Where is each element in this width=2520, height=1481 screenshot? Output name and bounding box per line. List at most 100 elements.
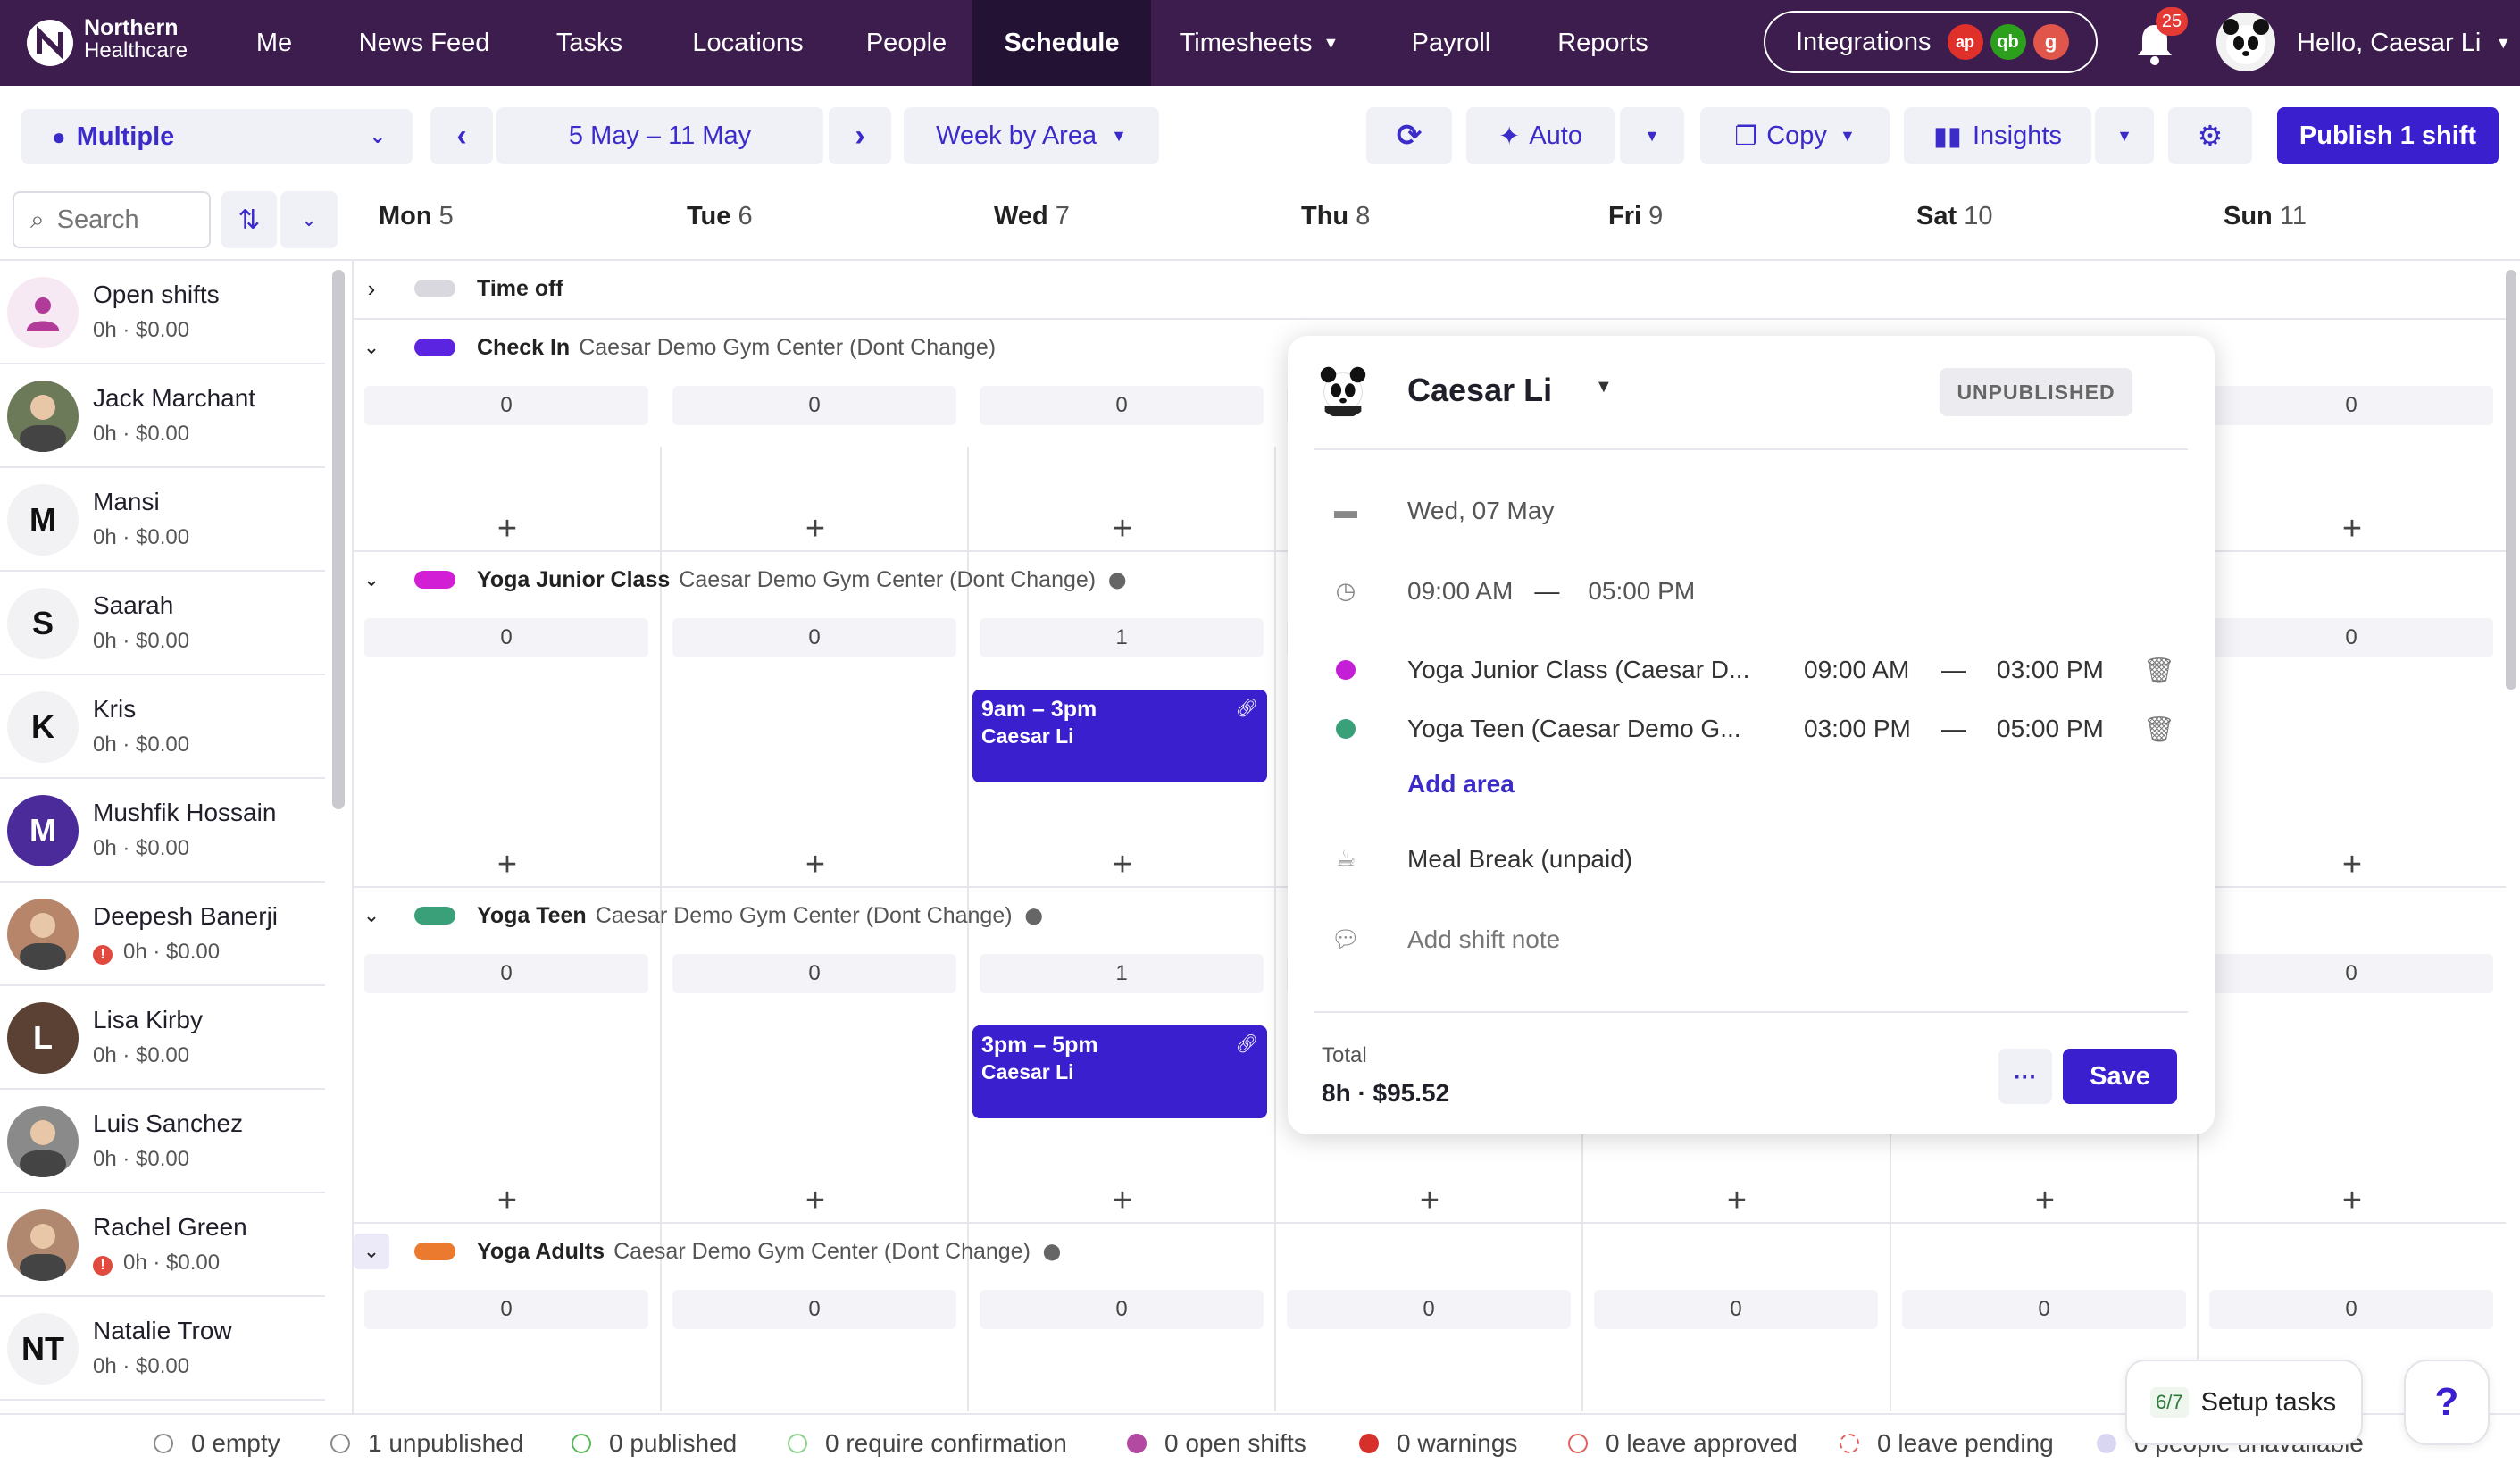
shift-note-input[interactable]: Add shift note xyxy=(1407,925,1560,954)
sort-dropdown-button[interactable]: ⌄ xyxy=(280,191,338,248)
add-shift-button[interactable]: + xyxy=(2334,846,2370,883)
day-header-thu[interactable]: Thu 8 xyxy=(1301,202,1370,231)
nav-schedule[interactable]: Schedule xyxy=(972,0,1151,86)
add-shift-button[interactable]: + xyxy=(1105,846,1140,883)
nav-news-feed[interactable]: News Feed xyxy=(344,0,505,86)
setup-tasks-button[interactable]: 6/7 Setup tasks xyxy=(2125,1360,2363,1445)
sort-button[interactable]: ⇅ xyxy=(221,191,277,248)
add-shift-button[interactable]: + xyxy=(489,510,525,548)
trash-icon[interactable]: 🗑︎ xyxy=(2143,715,2175,744)
area-section-check-in[interactable]: ⌄ Check In Caesar Demo Gym Center (Dont … xyxy=(354,320,996,375)
employee-avatar[interactable] xyxy=(1314,361,1372,418)
nav-locations[interactable]: Locations xyxy=(670,0,826,86)
shift-block[interactable]: 9am – 3pm Caesar Li 🔗︎ xyxy=(972,690,1267,782)
add-shift-button[interactable]: + xyxy=(797,1182,833,1219)
integrations-button[interactable]: Integrations ap qb g xyxy=(1764,11,2098,73)
day-header-tue[interactable]: Tue 6 xyxy=(687,202,753,231)
sidebar-scrollbar[interactable] xyxy=(332,270,345,809)
save-button[interactable]: Save xyxy=(2063,1049,2177,1104)
staff-row[interactable]: Luis Sanchez 0h · $0.00 xyxy=(0,1090,325,1193)
date-range-picker[interactable]: 5 May – 11 May xyxy=(496,107,823,164)
search-input[interactable] xyxy=(56,205,191,235)
help-button[interactable]: ? xyxy=(2404,1360,2490,1445)
nav-people[interactable]: People xyxy=(848,0,964,86)
prev-week-button[interactable]: ‹ xyxy=(430,107,493,164)
add-shift-button[interactable]: + xyxy=(1719,1182,1755,1219)
nav-me[interactable]: Me xyxy=(234,0,314,86)
staff-row[interactable]: Deepesh Banerji ! 0h · $0.00 xyxy=(0,883,325,986)
shift-start-input[interactable]: 09:00 AM xyxy=(1407,577,1513,606)
area-end-input[interactable]: 03:00 PM xyxy=(1997,656,2104,684)
chevron-down-icon[interactable]: ▼ xyxy=(1595,377,1613,397)
area-start-input[interactable]: 03:00 PM xyxy=(1804,715,1911,743)
nav-tasks[interactable]: Tasks xyxy=(536,0,643,86)
add-shift-button[interactable]: + xyxy=(797,846,833,883)
staff-row[interactable]: Rachel Green ! 0h · $0.00 xyxy=(0,1193,325,1297)
grid-scrollbar[interactable] xyxy=(2506,270,2516,690)
nav-timesheets[interactable]: Timesheets ▼ xyxy=(1170,0,1348,86)
location-select[interactable]: ● Multiple ⌄ xyxy=(21,109,413,164)
area-row[interactable]: Yoga Junior Class (Caesar D... 09:00 AM … xyxy=(1288,652,2215,688)
add-shift-button[interactable]: + xyxy=(2334,510,2370,548)
trash-icon[interactable]: 🗑︎ xyxy=(2143,656,2175,685)
add-shift-button[interactable]: + xyxy=(1412,1182,1448,1219)
location-pin-icon: ⬤ xyxy=(1024,906,1043,925)
search-box[interactable]: ⌕ xyxy=(13,191,211,248)
area-section-time-off[interactable]: › Time off xyxy=(354,261,563,316)
settings-button[interactable]: ⚙ xyxy=(2168,107,2252,164)
staff-hours-cost: ! 0h · $0.00 xyxy=(93,1251,220,1276)
area-section-yoga-teen[interactable]: ⌄ Yoga Teen Caesar Demo Gym Center (Dont… xyxy=(354,888,1043,943)
staff-name: Lisa Kirby xyxy=(93,1006,203,1033)
shift-block[interactable]: 3pm – 5pm Caesar Li 🔗︎ xyxy=(972,1025,1267,1118)
area-section-yoga-adults[interactable]: ⌄ Yoga Adults Caesar Demo Gym Center (Do… xyxy=(354,1224,1061,1279)
staff-row[interactable]: M Mansi 0h · $0.00 xyxy=(0,468,325,572)
day-header-fri[interactable]: Fri 9 xyxy=(1608,202,1663,231)
staff-row[interactable]: NT Natalie Trow 0h · $0.00 xyxy=(0,1297,325,1401)
insights-dropdown-button[interactable]: ▼ xyxy=(2095,107,2154,164)
add-shift-button[interactable]: + xyxy=(1105,1182,1140,1219)
employee-name[interactable]: Caesar Li xyxy=(1407,372,1552,409)
insights-button[interactable]: ▮▮ Insights xyxy=(1904,107,2091,164)
meal-break-row[interactable]: ☕︎ Meal Break (unpaid) xyxy=(1288,841,2215,877)
auto-dropdown-button[interactable]: ▼ xyxy=(1620,107,1684,164)
auto-button[interactable]: ✦ Auto xyxy=(1466,107,1615,164)
shift-note-row[interactable]: 💬︎ Add shift note xyxy=(1288,922,2215,958)
staff-row[interactable]: Open shifts 0h · $0.00 xyxy=(0,261,325,364)
area-end-input[interactable]: 05:00 PM xyxy=(1997,715,2104,743)
area-start-input[interactable]: 09:00 AM xyxy=(1804,656,1909,684)
day-header-wed[interactable]: Wed 7 xyxy=(994,202,1070,231)
refresh-button[interactable]: ⟳ xyxy=(1366,107,1452,164)
add-shift-button[interactable]: + xyxy=(1105,510,1140,548)
copy-button[interactable]: ❐ Copy ▼ xyxy=(1700,107,1890,164)
add-area-link[interactable]: Add area xyxy=(1407,770,1515,799)
publish-button[interactable]: Publish 1 shift xyxy=(2277,107,2499,164)
day-header-mon[interactable]: Mon 5 xyxy=(379,202,454,231)
next-week-button[interactable]: › xyxy=(829,107,891,164)
add-shift-button[interactable]: + xyxy=(489,846,525,883)
brand-logo[interactable]: Northern Healthcare xyxy=(25,14,204,71)
add-shift-button[interactable]: + xyxy=(2027,1182,2063,1219)
view-select[interactable]: Week by Area ▼ xyxy=(904,107,1159,164)
staff-row[interactable]: S Saarah 0h · $0.00 xyxy=(0,572,325,675)
user-avatar[interactable] xyxy=(2216,13,2275,71)
add-shift-button[interactable]: + xyxy=(797,510,833,548)
day-header-sat[interactable]: Sat 10 xyxy=(1916,202,1992,231)
notifications-button[interactable]: 25 xyxy=(2134,7,2188,65)
nav-payroll[interactable]: Payroll xyxy=(1393,0,1509,86)
day-header-sun[interactable]: Sun 11 xyxy=(2224,202,2307,231)
staff-row[interactable]: M Mushfik Hossain 0h · $0.00 xyxy=(0,779,325,883)
staff-row[interactable]: Jack Marchant 0h · $0.00 xyxy=(0,364,325,468)
add-shift-button[interactable]: + xyxy=(489,1182,525,1219)
area-section-yoga-junior[interactable]: ⌄ Yoga Junior Class Caesar Demo Gym Cent… xyxy=(354,552,1127,607)
area-row[interactable]: Yoga Teen (Caesar Demo G... 03:00 PM — 0… xyxy=(1288,711,2215,747)
staff-row[interactable]: K Kris 0h · $0.00 xyxy=(0,675,325,779)
nav-reports[interactable]: Reports xyxy=(1545,0,1661,86)
shift-end-input[interactable]: 05:00 PM xyxy=(1588,577,1695,606)
more-options-button[interactable]: ··· xyxy=(1998,1049,2052,1104)
date-row[interactable]: ▬ Wed, 07 May xyxy=(1288,493,2215,529)
area-name[interactable]: Yoga Teen (Caesar Demo G... xyxy=(1407,715,1741,743)
area-name[interactable]: Yoga Junior Class (Caesar D... xyxy=(1407,656,1749,684)
staff-row[interactable]: L Lisa Kirby 0h · $0.00 xyxy=(0,986,325,1090)
user-menu[interactable]: Hello, Caesar Li ▼ xyxy=(2297,0,2511,86)
add-shift-button[interactable]: + xyxy=(2334,1182,2370,1219)
